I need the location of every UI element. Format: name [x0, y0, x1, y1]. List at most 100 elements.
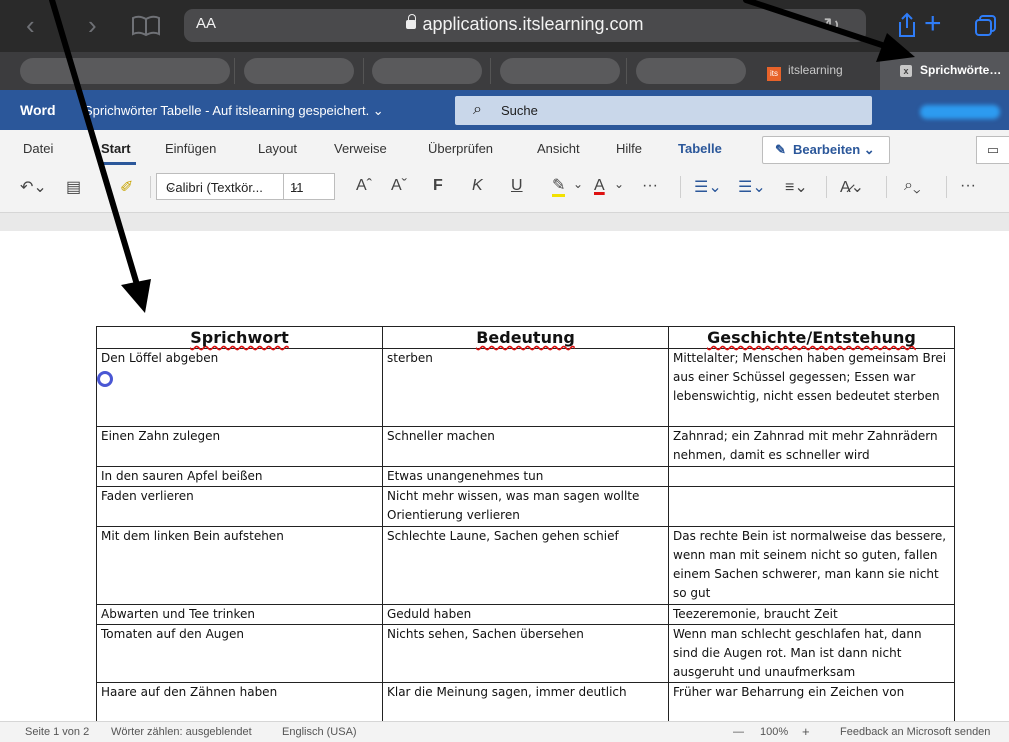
more-options-icon[interactable]: ···	[642, 177, 658, 195]
grow-font-button[interactable]: Aˆ	[356, 177, 372, 195]
styles-icon[interactable]: A̷⌄	[840, 177, 864, 197]
language-indicator[interactable]: Englisch (USA)	[282, 726, 357, 738]
font-name-select[interactable]: Calibri (Textkör... ⌄	[156, 173, 284, 200]
column-header[interactable]: Bedeutung	[382, 326, 669, 349]
table-cell[interactable]: Schneller machen	[382, 426, 669, 467]
feedback-link[interactable]: Feedback an Microsoft senden	[840, 726, 990, 738]
chevron-down-icon: ⌄	[166, 179, 177, 193]
more-options-icon[interactable]: ···	[960, 177, 976, 195]
table-cell[interactable]: Mit dem linken Bein aufstehen	[96, 526, 383, 605]
search-icon: ⌕	[473, 101, 482, 118]
forward-icon[interactable]: ›	[88, 12, 97, 38]
table-cell[interactable]: In den sauren Apfel beißen	[96, 466, 383, 487]
table-cell[interactable]: Den Löffel abgeben	[96, 348, 383, 427]
underline-button[interactable]: U	[511, 177, 523, 195]
table-cell[interactable]: Nicht mehr wissen, was man sagen wollte …	[382, 486, 669, 527]
bullet-list-icon[interactable]: ☰⌄	[694, 177, 722, 197]
edit-button-label: Bearbeiten ⌄	[793, 142, 875, 157]
italic-button[interactable]: K	[472, 177, 483, 195]
table-cell[interactable]: sterben	[382, 348, 669, 427]
table-cell[interactable]: Das rechte Bein ist normalweise das bess…	[668, 526, 955, 605]
shrink-font-button[interactable]: Aˇ	[391, 177, 407, 195]
zoom-in-button[interactable]: +	[802, 724, 810, 739]
table-cell[interactable]: Teezeremonie, braucht Zeit	[668, 604, 955, 625]
bookmarks-icon[interactable]	[131, 15, 161, 37]
new-tab-icon[interactable]: +	[924, 9, 942, 39]
chevron-down-icon[interactable]: ⌄	[614, 177, 624, 191]
font-color-icon[interactable]: A	[594, 177, 605, 195]
blurred-tab[interactable]	[20, 58, 230, 84]
column-header[interactable]: Geschichte/Entstehung	[668, 326, 955, 349]
table-cell[interactable]: Tomaten auf den Augen	[96, 624, 383, 683]
blurred-tab[interactable]	[500, 58, 620, 84]
table-cell[interactable]	[668, 486, 955, 527]
zoom-out-button[interactable]: —	[733, 726, 744, 738]
close-tab-icon[interactable]: x	[900, 65, 912, 77]
table-cell[interactable]: Faden verlieren	[96, 486, 383, 527]
tab-datei[interactable]: Datei	[23, 141, 53, 156]
share-icon[interactable]	[896, 12, 918, 38]
format-painter-icon[interactable]: ✐	[120, 177, 133, 197]
status-bar: Seite 1 von 2 Wörter zählen: ausgeblende…	[0, 721, 1009, 742]
table-cell[interactable]: Haare auf den Zähnen haben	[96, 682, 383, 723]
tab-tabelle[interactable]: Tabelle	[678, 141, 722, 156]
tab-start[interactable]: Start	[101, 141, 131, 156]
clipboard-icon[interactable]: ▤	[66, 177, 81, 197]
table-cell[interactable]: Etwas unangenehmes tun	[382, 466, 669, 487]
word-count[interactable]: Wörter zählen: ausgeblendet	[111, 726, 252, 738]
numbered-list-icon[interactable]: ☰⌄	[738, 177, 766, 197]
url-text: applications.itslearning.com	[422, 14, 644, 34]
search-input[interactable]: ⌕ Suche	[455, 96, 872, 125]
pencil-icon: ✎	[775, 142, 786, 157]
tab-ueberpruefen[interactable]: Überprüfen	[428, 141, 493, 156]
blurred-tab[interactable]	[636, 58, 746, 84]
table-cell[interactable]: Nichts sehen, Sachen übersehen	[382, 624, 669, 683]
table-row: Abwarten und Tee trinken Geduld haben Te…	[96, 604, 955, 625]
active-tab-indicator	[100, 162, 136, 165]
search-placeholder: Suche	[501, 103, 538, 118]
tab-ansicht[interactable]: Ansicht	[537, 141, 580, 156]
account-avatar[interactable]	[920, 105, 1000, 119]
tab-einfuegen[interactable]: Einfügen	[165, 141, 216, 156]
table-header-row: Sprichwort Bedeutung Geschichte/Entstehu…	[96, 326, 955, 349]
address-bar[interactable]: AA applications.itslearning.com ↻	[184, 9, 866, 42]
table-row: Faden verlieren Nicht mehr wissen, was m…	[96, 486, 955, 527]
back-icon[interactable]: ‹	[26, 12, 35, 38]
column-header[interactable]: Sprichwort	[96, 326, 383, 349]
table-row: Tomaten auf den Augen Nichts sehen, Sach…	[96, 624, 955, 683]
tab-hilfe[interactable]: Hilfe	[616, 141, 642, 156]
edit-button[interactable]: ✎ Bearbeiten ⌄	[762, 136, 890, 164]
tab-itslearning[interactable]: its itslearning	[767, 63, 843, 81]
table-cell[interactable]: Klar die Meinung sagen, immer deutlich	[382, 682, 669, 723]
tab-layout[interactable]: Layout	[258, 141, 297, 156]
app-name[interactable]: Word	[20, 102, 56, 118]
selection-handle[interactable]	[97, 371, 113, 387]
table-cell[interactable]: Früher war Beharrung ein Zeichen von	[668, 682, 955, 723]
chevron-down-icon[interactable]: ⌄	[573, 177, 583, 191]
tab-sprichwoerter[interactable]: x Sprichwörte…	[880, 52, 1009, 90]
undo-icon[interactable]: ↶⌄	[20, 177, 47, 197]
find-icon[interactable]: ⌕⌄	[904, 177, 921, 195]
table-row: Den Löffel abgeben sterben Mittelalter; …	[96, 348, 955, 427]
table-cell[interactable]: Schlechte Laune, Sachen gehen schief	[382, 526, 669, 605]
highlight-icon[interactable]: ✎	[552, 177, 566, 197]
table-cell[interactable]: Zahnrad; ein Zahnrad mit mehr Zahnrädern…	[668, 426, 955, 467]
table-cell[interactable]: Geduld haben	[382, 604, 669, 625]
page-counter: Seite 1 von 2	[25, 726, 90, 738]
table-cell[interactable]	[668, 466, 955, 487]
reload-icon[interactable]: ↻	[823, 13, 840, 38]
document-title[interactable]: Sprichwörter Tabelle - Auf itslearning g…	[84, 103, 384, 119]
bold-button[interactable]: F	[433, 177, 443, 195]
align-icon[interactable]: ≡⌄	[785, 177, 808, 197]
table-cell[interactable]: Abwarten und Tee trinken	[96, 604, 383, 625]
chevron-down-icon: ⌄	[290, 179, 301, 193]
blurred-tab[interactable]	[372, 58, 482, 84]
table-cell[interactable]: Einen Zahn zulegen	[96, 426, 383, 467]
comment-icon[interactable]: ▭	[976, 136, 1009, 164]
font-size-select[interactable]: 11 ⌄	[283, 173, 335, 200]
tabs-overview-icon[interactable]	[974, 14, 998, 38]
tab-verweise[interactable]: Verweise	[334, 141, 387, 156]
table-cell[interactable]: Wenn man schlecht geschlafen hat, dann s…	[668, 624, 955, 683]
blurred-tab[interactable]	[244, 58, 354, 84]
table-cell[interactable]: Mittelalter; Menschen haben gemeinsam Br…	[668, 348, 955, 427]
